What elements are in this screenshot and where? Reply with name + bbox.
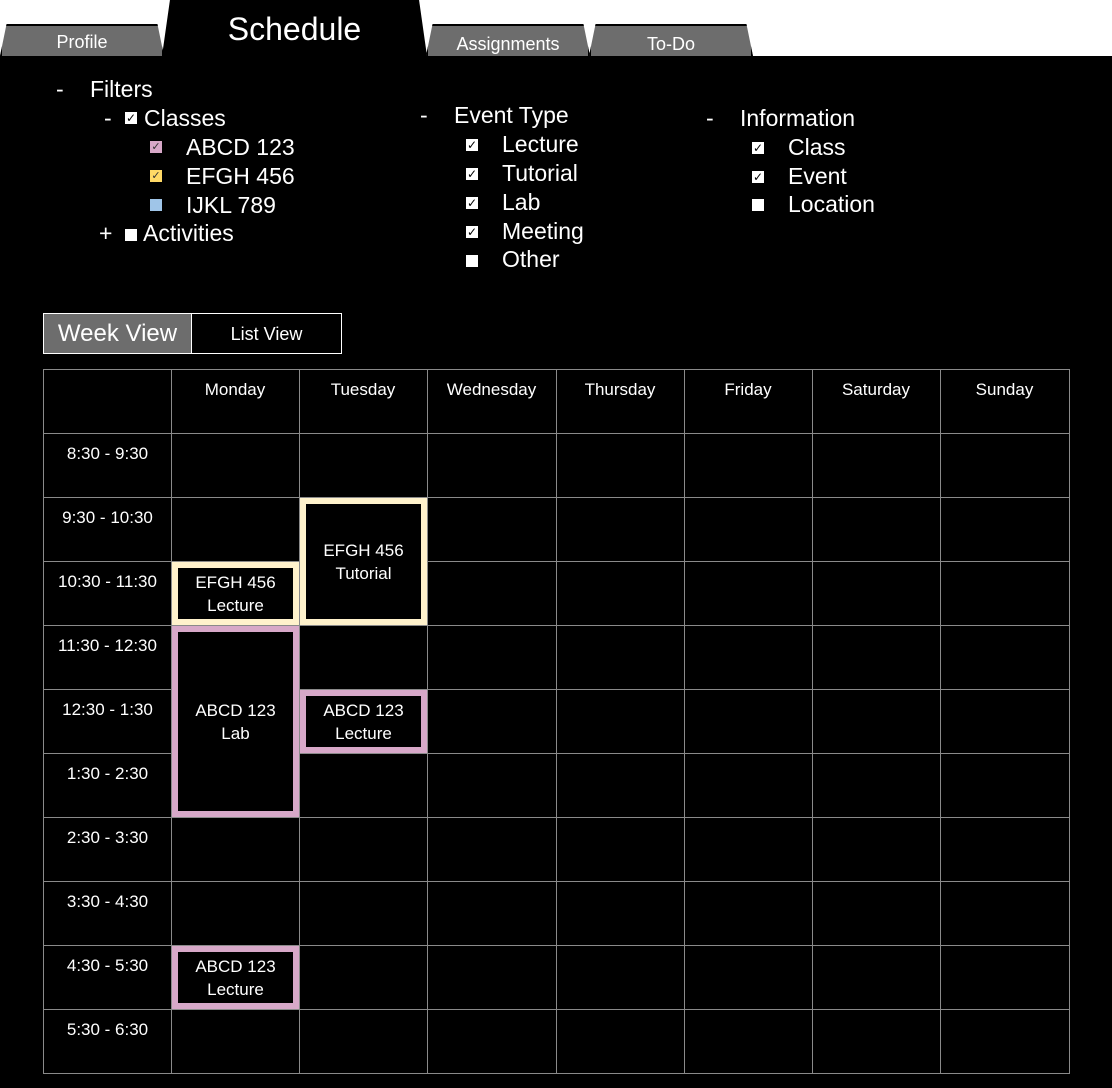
tab-assignments[interactable]: Assignments [426,24,590,56]
time-slot-label: 1:30 - 2:30 [66,764,149,783]
class-efgh-456-checkbox[interactable]: ✓ [150,170,162,182]
schedule-event-block[interactable]: EFGH 456 Tutorial [300,498,427,625]
tab-schedule-label: Schedule [227,11,362,47]
grid-column-divider [684,369,685,1074]
day-header-saturday: Saturday [841,380,911,399]
event-type-meeting-label: Meeting [502,218,584,244]
class-ijkl-789-checkbox[interactable] [150,199,162,211]
tab-todo[interactable]: To-Do [589,24,753,56]
event-type-title: Event Type [454,102,569,128]
classes-label: Classes [144,105,226,131]
grid-column-divider [812,369,813,1074]
schedule-event-block[interactable]: ABCD 123 Lecture [172,946,299,1009]
list-view-label: List View [230,324,303,344]
filters-title: Filters [90,76,153,102]
schedule-event-block[interactable]: EFGH 456 Lecture [172,562,299,625]
classes-checkbox[interactable]: ✓ [125,112,137,124]
event-type-lab-checkbox[interactable]: ✓ [466,197,478,209]
filters-collapse-toggle[interactable]: - [56,76,64,103]
time-slot-label: 5:30 - 6:30 [66,1020,149,1039]
information-collapse-toggle[interactable]: - [706,105,714,132]
time-slot-label: 11:30 - 12:30 [58,636,157,655]
information-class-label: Class [788,134,846,160]
grid-column-divider [556,369,557,1074]
day-header-friday: Friday [724,380,772,399]
class-abcd-123-checkbox[interactable]: ✓ [150,141,162,153]
class-abcd-123-label: ABCD 123 [186,134,295,160]
class-efgh-456-label: EFGH 456 [186,163,295,189]
day-header-wednesday: Wednesday [446,380,537,399]
tab-schedule[interactable]: Schedule [162,0,427,56]
information-class-checkbox[interactable]: ✓ [752,142,764,154]
information-title: Information [740,105,856,131]
day-header-thursday: Thursday [584,380,656,399]
grid-column-divider [940,369,941,1074]
tab-profile-label: Profile [56,32,108,52]
event-type-collapse-toggle[interactable]: - [420,102,428,129]
event-type-lecture-checkbox[interactable]: ✓ [466,139,478,151]
tab-assignments-label: Assignments [456,34,560,54]
schedule-event-block[interactable]: ABCD 123 Lab [172,626,299,817]
event-type-lab-label: Lab [502,189,541,215]
activities-label: Activities [143,220,234,246]
week-view-button[interactable]: Week View [43,313,192,354]
day-header-sunday: Sunday [975,380,1034,399]
day-header-tuesday: Tuesday [330,380,396,399]
event-type-tutorial-label: Tutorial [502,160,578,186]
tab-profile[interactable]: Profile [0,24,164,56]
time-slot-label: 8:30 - 9:30 [66,444,149,463]
activities-expand-toggle[interactable]: + [99,220,112,247]
grid-column-divider [427,369,428,1074]
information-location-checkbox[interactable] [752,199,764,211]
week-view-label: Week View [57,320,178,347]
information-event-label: Event [788,163,847,189]
information-location-label: Location [788,191,875,217]
list-view-button[interactable]: List View [191,313,342,354]
event-type-meeting-checkbox[interactable]: ✓ [466,226,478,238]
time-slot-label: 4:30 - 5:30 [66,956,149,975]
event-type-other-checkbox[interactable] [466,255,478,267]
time-slot-label: 9:30 - 10:30 [62,508,153,527]
classes-collapse-toggle[interactable]: - [104,105,112,132]
grid-column-divider [1069,369,1070,1074]
day-header-monday: Monday [204,380,266,399]
event-type-other-label: Other [502,246,560,272]
event-type-tutorial-checkbox[interactable]: ✓ [466,168,478,180]
time-slot-label: 3:30 - 4:30 [66,892,149,911]
time-slot-label: 2:30 - 3:30 [66,828,149,847]
information-event-checkbox[interactable]: ✓ [752,171,764,183]
schedule-event-block[interactable]: ABCD 123 Lecture [300,690,427,753]
time-slot-label: 12:30 - 1:30 [62,700,153,719]
activities-checkbox[interactable] [125,229,137,241]
time-slot-label: 10:30 - 11:30 [58,572,157,591]
tab-todo-label: To-Do [646,34,695,54]
class-ijkl-789-label: IJKL 789 [186,192,276,218]
event-type-lecture-label: Lecture [502,131,579,157]
